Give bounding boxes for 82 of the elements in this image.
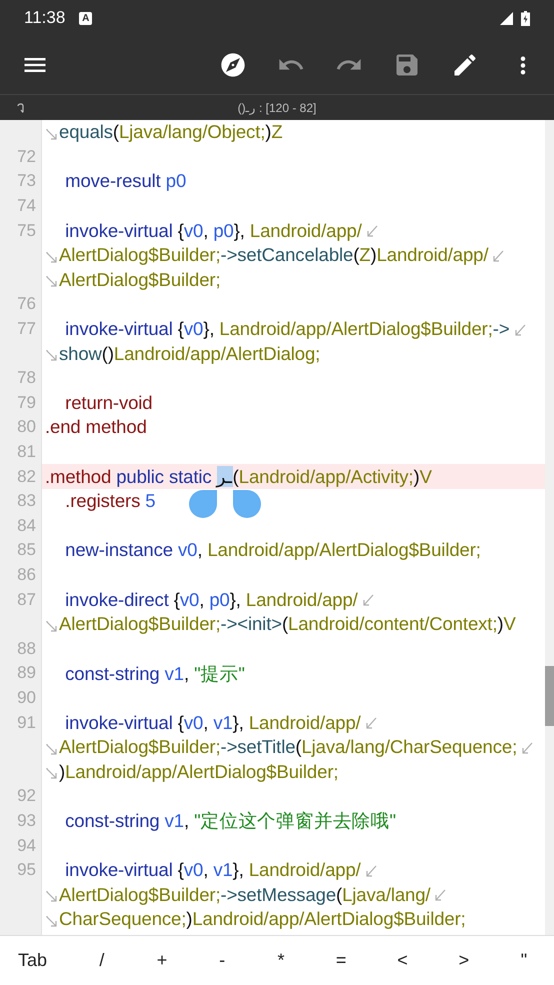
code-line: invoke-virtual {v0, v1}, Landroid/app/ [64, 859, 361, 882]
key-button[interactable]: " [512, 944, 536, 977]
selection-handle[interactable] [232, 490, 261, 518]
wrap-out-arrow-icon [492, 250, 506, 263]
code-line: )Landroid/app/AlertDialog$Builder; [59, 760, 338, 783]
code-line: invoke-virtual {v0, v1}, Landroid/app/ [64, 712, 361, 734]
line-number: 94 [17, 836, 36, 856]
wrap-out-arrow-icon [364, 864, 378, 878]
code-line: return-void [64, 392, 152, 414]
wrap-out-arrow-icon [521, 742, 534, 755]
turn-arrow-icon [17, 103, 25, 113]
wrap-in-arrow-icon [45, 620, 58, 633]
key-button[interactable]: < [389, 944, 416, 977]
status-time: 11:38 [24, 8, 66, 28]
wrap-out-arrow-icon [362, 594, 375, 608]
wrap-in-arrow-icon [45, 767, 58, 780]
wrap-in-arrow-icon [45, 349, 58, 362]
line-number: 86 [17, 564, 36, 585]
line-number: 81 [17, 442, 36, 462]
key-button[interactable]: * [268, 944, 293, 977]
code-line: invoke-virtual {v0}, Landroid/app/AlertDialog$Builder;-> [64, 318, 510, 340]
code-line: .end method [45, 416, 147, 438]
line-number: 77 [17, 319, 36, 340]
line-number: 73 [17, 171, 36, 192]
wrap-in-arrow-icon [45, 275, 58, 288]
line-number: 84 [17, 516, 36, 536]
code-line: CharSequence;)Landroid/app/AlertDialog$Builder; [59, 908, 466, 930]
key-button[interactable]: / [90, 944, 114, 977]
key-button[interactable]: - [210, 944, 234, 977]
line-number: 93 [17, 810, 36, 831]
notification-badge: A [79, 12, 92, 24]
code-line: AlertDialog$Builder;->setMessage(Ljava/lang/ [59, 884, 430, 906]
code-line: AlertDialog$Builder;->setCancelable(Z)Landroid/app/ [59, 244, 488, 266]
line-number: 79 [17, 392, 36, 413]
code-line: const-string v1, "提示" [64, 662, 245, 686]
key-button[interactable]: + [148, 944, 176, 977]
line-number: 74 [17, 196, 36, 216]
wrap-in-arrow-icon [45, 128, 58, 141]
line-number: 91 [17, 712, 36, 733]
line-number: 90 [17, 688, 36, 708]
key-button[interactable]: = [328, 944, 354, 977]
line-number: 72 [17, 146, 36, 167]
more-icon [520, 56, 526, 74]
compass-icon [219, 51, 247, 79]
wrap-out-arrow-icon [364, 717, 378, 730]
cursor-position: ()ـر : [120 - 82] [238, 100, 316, 114]
line-number: 83 [17, 491, 36, 512]
code-line: AlertDialog$Builder; [59, 268, 221, 291]
code-line: const-string v1, "定位这个弹窗并去除哦" [64, 809, 396, 834]
wrap-out-arrow-icon [434, 889, 448, 902]
code-line: equals(Ljava/lang/Object;)Z [59, 121, 283, 144]
code-line: invoke-direct {v0, p0}, Landroid/app/ [64, 588, 358, 611]
line-number: 82 [17, 466, 36, 487]
battery-icon [521, 10, 530, 26]
wrap-in-arrow-icon [45, 890, 58, 904]
line-number: 76 [17, 294, 36, 314]
code-line: move-result p0 [64, 170, 186, 192]
code-line: AlertDialog$Builder;-><init>(Landroid/content/Context;)V [59, 613, 516, 636]
code-line: new-instance v0, Landroid/app/AlertDialog$Builder; [64, 539, 481, 562]
wrap-in-arrow-icon [45, 250, 58, 264]
wrap-in-arrow-icon [45, 742, 58, 756]
signal-icon [500, 12, 513, 24]
line-number: 89 [17, 663, 36, 684]
line-number: 87 [17, 590, 36, 610]
line-number: 88 [17, 638, 36, 659]
line-number: 95 [17, 860, 36, 880]
line-number: 78 [17, 368, 36, 388]
line-number: 85 [17, 540, 36, 560]
wrap-out-arrow-icon [514, 324, 527, 337]
line-number: 75 [17, 220, 36, 241]
line-number: 92 [17, 786, 36, 806]
wrap-out-arrow-icon [366, 225, 379, 238]
code-line: AlertDialog$Builder;->setTitle(Ljava/lang/CharSequence; [59, 736, 518, 758]
code-line: show()Landroid/app/AlertDialog; [59, 342, 320, 365]
wrap-in-arrow-icon [45, 914, 58, 928]
code-line: invoke-virtual {v0, p0}, Landroid/app/ [64, 220, 362, 242]
key-button[interactable]: Tab [10, 944, 56, 977]
selection-handle[interactable] [188, 490, 217, 518]
line-number: 80 [17, 417, 36, 438]
key-button[interactable]: > [450, 944, 478, 977]
code-line: .registers 5 [64, 490, 156, 512]
scrollbar-thumb[interactable] [545, 666, 554, 726]
